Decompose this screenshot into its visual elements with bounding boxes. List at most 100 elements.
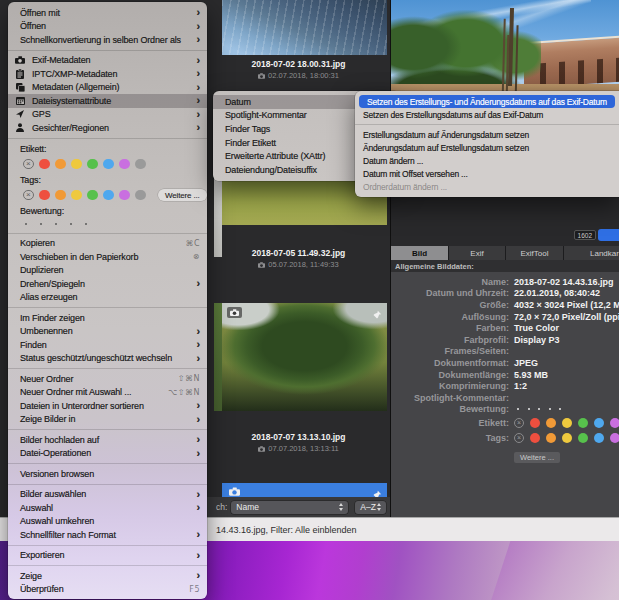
menu-item-bilder-hochladen[interactable]: Bilder hochladen auf› <box>8 433 207 447</box>
menu-item-gps[interactable]: GPS› <box>8 108 207 122</box>
menu-item-auswahl[interactable]: Auswahl› <box>8 501 207 515</box>
thumbnail-tree-photo[interactable] <box>222 303 387 411</box>
menu-item-schnellkonvertierung[interactable]: Schnellkonvertierung in selben Ordner al… <box>8 33 207 47</box>
tag-dot-yellow[interactable] <box>71 190 82 201</box>
tag-dot-green[interactable] <box>87 190 98 201</box>
weitere-button[interactable]: Weitere ... <box>158 189 207 201</box>
menu-item-iptc-xmp[interactable]: IPTC/XMP-Metadaten› <box>8 67 207 81</box>
label-color-dots[interactable]: × <box>514 418 619 428</box>
menu-item-umbenennen[interactable]: Umbenennen› <box>8 325 207 339</box>
menu-item-gesichter-regionen[interactable]: Gesichter/Regionen› <box>8 121 207 135</box>
datemenu-item-datum-offset[interactable]: Datum mit Offset versehen ... <box>355 167 619 180</box>
menu-item-label: Finder Tags <box>225 124 270 134</box>
submenu-chevron-icon: › <box>196 448 200 459</box>
label-dot-red[interactable] <box>530 418 540 428</box>
thumbnail-selected[interactable] <box>222 483 387 497</box>
label-dot-red[interactable] <box>39 159 50 170</box>
tag-dot-orange[interactable] <box>55 190 66 201</box>
label-dot-yellow[interactable] <box>71 159 82 170</box>
menu-item-zeige[interactable]: Zeige› <box>8 569 207 583</box>
menu-item-zeige-bilder-in[interactable]: Zeige Bilder in› <box>8 413 207 427</box>
menu-item-oeffnen-mit[interactable]: Öffnen mit› <box>8 6 207 20</box>
tag-color-dots[interactable]: × <box>514 433 619 443</box>
tag-dot-green[interactable] <box>578 433 588 443</box>
no-tag-dot[interactable]: × <box>23 190 34 201</box>
datemenu-item-erstellungsdatum-auf-aenderungsdatum[interactable]: Erstellungsdatum auf Änderungsdatum setz… <box>355 128 619 141</box>
delete-key-icon: ⊗ <box>193 252 200 261</box>
menu-item-exportieren[interactable]: Exportieren› <box>8 549 207 563</box>
tab-landkarte[interactable]: Landkarte <box>564 246 619 260</box>
label-dot-yellow[interactable] <box>562 418 572 428</box>
menu-separator <box>8 463 207 464</box>
menu-item-schnellfilter[interactable]: Schnellfilter nach Format› <box>8 528 207 542</box>
menu-item-ueberpruefen[interactable]: ÜberprüfenF5 <box>8 583 207 597</box>
tab-exiftool[interactable]: ExifTool <box>506 246 563 260</box>
sort-by-popup[interactable]: Name <box>231 501 348 514</box>
menu-item-im-finder-zeigen[interactable]: Im Finder zeigen <box>8 311 207 325</box>
menu-item-label: Dateisystemattribute <box>32 96 111 106</box>
no-label-dot[interactable]: × <box>23 159 34 170</box>
no-label-dot[interactable]: × <box>514 418 524 428</box>
label-dot-purple[interactable] <box>610 418 619 428</box>
label-dot-blue[interactable] <box>594 418 604 428</box>
menu-item-alias[interactable]: Alias erzeugen <box>8 291 207 305</box>
tag-dot-yellow[interactable] <box>562 433 572 443</box>
tag-dot-blue[interactable] <box>103 190 114 201</box>
menu-item-papierkorb[interactable]: Verschieben in den Papierkorb⊗ <box>8 250 207 264</box>
datemenu-item-aenderungsdatum-auf-erstellungsdatum[interactable]: Änderungsdatum auf Erstellungsdatum setz… <box>355 141 619 154</box>
datemenu-item-setzen-erstellungs-aenderungsdatum[interactable]: Setzen des Erstellungs- und Änderungsdat… <box>359 95 615 108</box>
no-tag-dot[interactable]: × <box>514 433 524 443</box>
sort-direction-value: A–Z <box>360 502 376 512</box>
label-dot-blue[interactable] <box>103 159 114 170</box>
tag-dot-orange[interactable] <box>546 433 556 443</box>
menu-item-neuer-ordner[interactable]: Neuer Ordner⇧⌘N <box>8 372 207 386</box>
tag-dot-purple[interactable] <box>610 433 619 443</box>
datemenu-item-setzen-erstellungsdatum[interactable]: Setzen des Erstellungsdatums auf das Exi… <box>355 108 619 121</box>
label-dot-green[interactable] <box>578 418 588 428</box>
menu-item-oeffnen[interactable]: Öffnen› <box>8 20 207 34</box>
submenu-chevron-icon: › <box>196 502 200 513</box>
label-dot-purple[interactable] <box>119 159 130 170</box>
menu-item-drehen-spiegeln[interactable]: Drehen/Spiegeln› <box>8 277 207 291</box>
tag-dot-gray[interactable] <box>135 190 146 201</box>
menu-item-neuer-ordner-mit-auswahl[interactable]: Neuer Ordner mit Auswahl ...⌥⇧⌘N <box>8 386 207 400</box>
info-row: Komprimierung:1:2 <box>391 380 619 392</box>
menu-item-finden[interactable]: Finden› <box>8 338 207 352</box>
label-dot-green[interactable] <box>87 159 98 170</box>
menu-item-kopieren[interactable]: Kopieren⌘C <box>8 237 207 251</box>
menu-item-metadaten-allgemein[interactable]: Metadaten (Allgemein)› <box>8 81 207 95</box>
info-row: Spotlight-Kommentar: <box>391 392 619 404</box>
tag-dot-blue[interactable] <box>594 433 604 443</box>
menu-item-auswahl-umkehren[interactable]: Auswahl umkehren <box>8 515 207 529</box>
tag-dot-red[interactable] <box>530 433 540 443</box>
menu-item-duplizieren[interactable]: Duplizieren <box>8 264 207 278</box>
tag-dot-purple[interactable] <box>119 190 130 201</box>
rating-dots[interactable] <box>8 218 207 230</box>
tab-bild[interactable]: Bild <box>391 246 448 260</box>
submenu-chevron-icon: › <box>196 55 200 66</box>
pin-icon <box>372 306 382 324</box>
rating-dots[interactable] <box>517 408 561 410</box>
etikett-dots: × <box>8 156 207 173</box>
thumbnail-date: 07.07.2018, 13:13:11 <box>207 444 390 453</box>
menu-item-datei-operationen[interactable]: Datei-Operationen› <box>8 447 207 461</box>
label-dot-gray[interactable] <box>135 159 146 170</box>
menu-item-exif-metadaten[interactable]: Exif-Metadaten› <box>8 54 207 68</box>
tag-dot-red[interactable] <box>39 190 50 201</box>
menu-item-dateisystemattribute[interactable]: Dateisystemattribute› <box>8 94 207 108</box>
label-dot-orange[interactable] <box>55 159 66 170</box>
weitere-button[interactable]: Weitere ... <box>514 452 560 463</box>
menu-item-label: Im Finder zeigen <box>20 313 85 323</box>
label-dot-orange[interactable] <box>546 418 556 428</box>
datemenu-item-datum-aendern[interactable]: Datum ändern ... <box>355 154 619 167</box>
thumbnail-building-photo[interactable] <box>222 0 387 55</box>
menu-item-bilder-auswaehlen[interactable]: Bilder auswählen› <box>8 488 207 502</box>
tab-exif[interactable]: Exif <box>449 246 505 260</box>
menu-item-status-geschuetzt[interactable]: Status geschützt/ungeschützt wechseln› <box>8 352 207 366</box>
photo-preview[interactable] <box>391 0 619 93</box>
sort-direction-popup[interactable]: A–Z <box>355 501 386 514</box>
menu-item-versionen-browsen[interactable]: Versionen browsen <box>8 467 207 481</box>
thumbnail-date-text: 02.07.2018, 18:00:31 <box>268 71 339 80</box>
menu-item-dateien-unterordner[interactable]: Dateien in Unterordner sortieren› <box>8 399 207 413</box>
popup-arrows-icon <box>339 503 343 511</box>
